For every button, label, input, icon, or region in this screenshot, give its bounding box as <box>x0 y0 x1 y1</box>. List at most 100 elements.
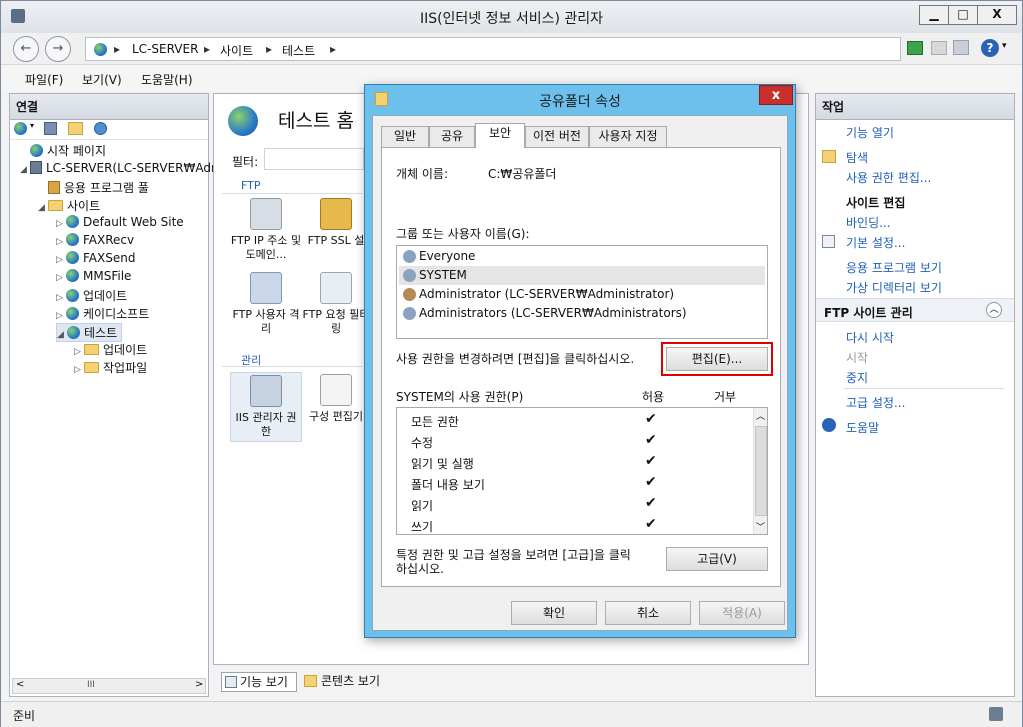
action-stop[interactable]: 중지 <box>846 369 868 386</box>
tree-item-start-page[interactable]: 시작 페이지 <box>20 142 106 159</box>
deny-column-header: 거부 <box>714 390 737 404</box>
security-tab-page: 개체 이름: C:₩공유폴더 그룹 또는 사용자 이름(G): Everyone… <box>381 147 781 587</box>
tab-previous-versions[interactable]: 이전 버전 <box>525 126 589 147</box>
close-button[interactable]: X <box>977 5 1017 25</box>
action-view-applications[interactable]: 응용 프로그램 보기 <box>846 259 942 276</box>
tab-general[interactable]: 일반 <box>381 126 429 147</box>
breadcrumb-sites[interactable]: 사이트 <box>220 42 253 59</box>
action-basic-settings[interactable]: 기본 설정... <box>846 234 905 251</box>
help-icon <box>822 418 836 432</box>
filter-label: 필터: <box>232 155 259 169</box>
home-icon[interactable] <box>953 40 969 55</box>
scroll-thumb[interactable]: III <box>87 680 95 690</box>
save-icon[interactable] <box>44 122 57 135</box>
action-advanced-settings[interactable]: 고급 설정... <box>846 394 905 411</box>
feature-config-editor[interactable]: 구성 편집기 <box>300 374 372 424</box>
action-open-feature[interactable]: 기능 열기 <box>846 124 894 141</box>
tree-item-app-pools[interactable]: 응용 프로그램 풀 <box>38 179 149 196</box>
tree-item-folder[interactable]: ▷ 작업파일 <box>74 359 147 376</box>
tree-item-folder[interactable]: ▷ 업데이트 <box>74 341 147 358</box>
user-row-system-selected[interactable]: SYSTEM <box>399 266 765 285</box>
expanded-icon[interactable]: ◢ <box>57 330 67 340</box>
permissions-list[interactable]: 모든 권한 ✔ 수정 ✔ 읽기 및 실행 ✔ 폴더 내용 보기 ✔ 읽기 ✔ 쓰… <box>396 407 768 535</box>
scroll-thumb[interactable] <box>755 426 767 516</box>
tree-item-sites[interactable]: ◢ 사이트 <box>38 197 100 214</box>
tab-content-view[interactable]: 콘텐츠 보기 <box>301 672 391 692</box>
tree-item-site[interactable]: ▷ MMSFile <box>56 269 131 283</box>
feature-ftp-request-filter[interactable]: FTP 요청 필터링 <box>300 272 372 336</box>
action-help[interactable]: 도움말 <box>846 419 879 436</box>
advanced-button[interactable]: 고급(V) <box>666 547 768 571</box>
forward-button[interactable]: → <box>45 36 71 62</box>
tree-item-site[interactable]: ▷ Default Web Site <box>56 215 184 229</box>
scroll-down-icon[interactable]: ﹀ <box>756 520 765 533</box>
folder-up-icon[interactable] <box>68 122 83 135</box>
tree-item-site[interactable]: ▷ FAXSend <box>56 251 135 265</box>
tree-item-site[interactable]: ▷ 업데이트 <box>56 287 127 304</box>
user-row-administrator[interactable]: Administrator (LC-SERVER₩Administrator) <box>399 285 765 304</box>
user-row-everyone[interactable]: Everyone <box>399 247 765 266</box>
minimize-button[interactable]: ▁ <box>919 5 949 25</box>
address-bar[interactable]: ▸ LC-SERVER ▸ 사이트 ▸ 테스트 ▸ <box>85 37 901 61</box>
edit-button[interactable]: 편집(E)... <box>666 347 768 371</box>
tab-sharing[interactable]: 공유 <box>429 126 475 147</box>
collapsed-icon[interactable]: ▷ <box>74 365 84 375</box>
back-button[interactable]: ← <box>13 36 39 62</box>
connections-panel: 연결 ▾ 시작 페이지 ◢ LC-SERVER(LC-SERVER₩Adr 응용 … <box>9 93 216 697</box>
menu-help[interactable]: 도움말(H) <box>141 71 193 88</box>
tree-item-site[interactable]: ▷ FAXRecv <box>56 233 134 247</box>
collapsed-icon[interactable]: ▷ <box>74 347 84 357</box>
refresh-icon[interactable] <box>907 41 923 55</box>
tree-item-site[interactable]: ▷ 케이디소프트 <box>56 305 149 322</box>
feature-ftp-ssl[interactable]: FTP SSL 설 <box>300 198 372 248</box>
feature-ftp-user-isolation[interactable]: FTP 사용자 격리 <box>230 272 302 336</box>
expanded-icon[interactable]: ◢ <box>38 203 48 213</box>
collapsed-icon[interactable]: ▷ <box>56 219 66 229</box>
stop-icon[interactable] <box>931 41 947 55</box>
collapsed-icon[interactable]: ▷ <box>56 311 66 321</box>
action-explore[interactable]: 탐색 <box>846 149 868 166</box>
connect-dropdown-icon[interactable]: ▾ <box>30 121 34 130</box>
globe-icon <box>67 326 80 339</box>
expanded-icon[interactable]: ◢ <box>20 165 30 175</box>
action-bindings[interactable]: 바인딩... <box>846 214 891 231</box>
ok-button[interactable]: 확인 <box>511 601 597 625</box>
breadcrumb-test[interactable]: 테스트 <box>282 42 315 59</box>
scroll-left-icon[interactable]: < <box>16 679 24 690</box>
feature-iis-manager-permissions[interactable]: IIS 관리자 권한 <box>230 372 302 442</box>
scroll-up-icon[interactable]: ︿ <box>756 409 765 422</box>
filter-input[interactable] <box>264 148 364 170</box>
tab-features-view[interactable]: 기능 보기 <box>221 672 297 692</box>
help-dropdown-icon[interactable]: ▾ <box>1002 41 1007 51</box>
breadcrumb-server[interactable]: LC-SERVER <box>132 42 198 56</box>
tree-item-server[interactable]: ◢ LC-SERVER(LC-SERVER₩Adr <box>20 161 216 175</box>
tree-item-site-selected[interactable]: ◢ 테스트 <box>56 323 123 342</box>
tab-security[interactable]: 보안 <box>475 123 525 148</box>
collapsed-icon[interactable]: ▷ <box>56 273 66 283</box>
action-restart[interactable]: 다시 시작 <box>846 329 894 346</box>
connect-icon[interactable] <box>14 122 27 135</box>
collapsed-icon[interactable]: ▷ <box>56 237 66 247</box>
tab-customize[interactable]: 사용자 지정 <box>589 126 667 147</box>
action-view-virtual-dirs[interactable]: 가상 디렉터리 보기 <box>846 279 942 296</box>
dialog-close-button[interactable]: x <box>759 85 793 105</box>
ftp-users-icon <box>250 272 282 304</box>
disconnect-icon[interactable] <box>94 122 107 135</box>
cancel-button[interactable]: 취소 <box>605 601 691 625</box>
maximize-button[interactable]: □ <box>948 5 978 25</box>
collapsed-icon[interactable]: ▷ <box>56 255 66 265</box>
horizontal-scrollbar[interactable]: < III > <box>12 678 206 694</box>
user-row-administrators[interactable]: Administrators (LC-SERVER₩Administrators… <box>399 304 765 323</box>
menu-view[interactable]: 보기(V) <box>82 71 122 88</box>
group-divider <box>222 193 362 194</box>
help-icon[interactable]: ? <box>981 39 999 57</box>
allow-check-icon: ✔ <box>645 411 657 427</box>
menu-file[interactable]: 파일(F) <box>25 71 63 88</box>
feature-ftp-ip[interactable]: FTP IP 주소 및 도메인... <box>230 198 302 262</box>
permissions-scrollbar[interactable]: ︿ ﹀ <box>753 408 767 534</box>
collapse-group-icon[interactable]: ︿ <box>986 302 1002 318</box>
action-edit-permissions[interactable]: 사용 권한 편집... <box>846 169 931 186</box>
collapsed-icon[interactable]: ▷ <box>56 293 66 303</box>
scroll-right-icon[interactable]: > <box>195 679 203 690</box>
user-list[interactable]: Everyone SYSTEM Administrator (LC-SERVER… <box>396 245 768 339</box>
